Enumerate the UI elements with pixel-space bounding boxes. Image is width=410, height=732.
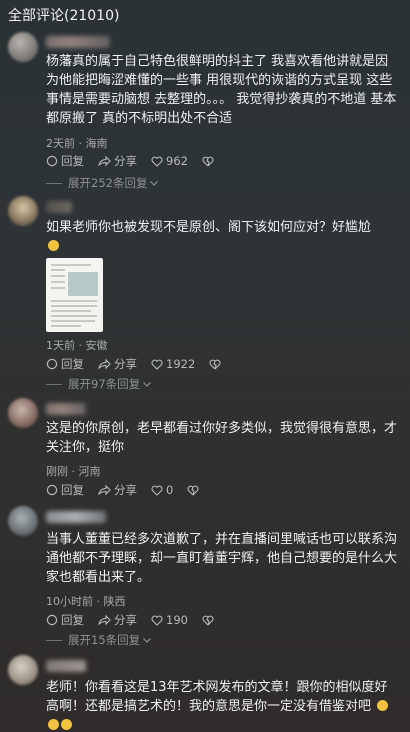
comment-actions: 回复 分享 1922 [46, 356, 238, 372]
broken-heart-icon [187, 485, 199, 495]
dislike-button[interactable] [209, 359, 224, 370]
avatar[interactable] [8, 655, 38, 685]
username-redacted[interactable] [46, 511, 106, 523]
awkward-emoji-icon [48, 240, 59, 251]
comment-meta: 2天前 · 海南 [46, 137, 108, 150]
share-button[interactable]: 分享 [98, 153, 137, 169]
username-redacted[interactable] [46, 403, 86, 415]
chevron-down-icon [150, 181, 159, 186]
reply-icon [46, 358, 58, 370]
share-button[interactable]: 分享 [98, 356, 137, 372]
reply-button[interactable]: 回复 [46, 482, 84, 498]
comment-text: 这是的你原创，老早都看过你好多类似，我觉得很有意思，才关注你，挺你 [46, 421, 398, 455]
avatar[interactable] [8, 506, 38, 536]
comment-meta: 1天前 · 安徽 [46, 339, 108, 352]
like-button[interactable]: 0 [151, 483, 173, 497]
comments-header-title: 全部评论(21010) [8, 8, 120, 24]
share-button[interactable]: 分享 [98, 482, 137, 498]
chevron-down-icon [143, 382, 152, 387]
emoji-icon [61, 719, 72, 730]
username-redacted[interactable] [46, 660, 86, 672]
heart-icon [151, 615, 163, 626]
heart-icon [151, 485, 163, 496]
share-icon [98, 155, 111, 167]
reply-button[interactable]: 回复 [46, 612, 84, 628]
dislike-button[interactable] [202, 615, 217, 626]
avatar[interactable] [8, 196, 38, 226]
chevron-down-icon [143, 638, 152, 643]
comment-text: 老师！你看看这是13年艺术网发布的文章！跟你的相似度好高啊！还都是搞艺术的！我的… [46, 678, 400, 732]
share-icon [98, 484, 111, 496]
comment-text: 如果老师你也被发现不是原创、阁下该如何应对？好尴尬 [46, 218, 400, 256]
dislike-button[interactable] [202, 156, 217, 167]
comment-text: 当事人董董已经多次道歉了，并在直播间里喊话也可以联系沟通他都不予理睬，却一直盯着… [46, 532, 398, 585]
avatar[interactable] [8, 32, 38, 62]
reply-icon [46, 484, 58, 496]
username-redacted[interactable] [46, 36, 110, 48]
emoji-icon [377, 700, 389, 711]
divider-line [46, 182, 62, 184]
heart-icon [151, 359, 163, 370]
divider-line [46, 383, 62, 385]
comment-meta: 10小时前 · 陕西 [46, 595, 126, 608]
like-button[interactable]: 962 [151, 154, 188, 168]
broken-heart-icon [209, 359, 221, 369]
reply-icon [46, 614, 58, 626]
like-button[interactable]: 190 [151, 613, 188, 627]
comment-actions: 回复 分享 0 [46, 482, 216, 498]
dislike-button[interactable] [187, 485, 202, 496]
comment-meta: 刚刚 · 河南 [46, 465, 101, 478]
avatar[interactable] [8, 398, 38, 428]
expand-replies-button[interactable]: 展开97条回复 [46, 376, 152, 392]
reply-button[interactable]: 回复 [46, 356, 84, 372]
share-button[interactable]: 分享 [98, 612, 137, 628]
heart-icon [151, 156, 163, 167]
emoji-icon [48, 719, 59, 730]
share-icon [98, 614, 111, 626]
attached-image[interactable] [46, 258, 103, 332]
share-icon [98, 358, 111, 370]
comment-actions: 回复 分享 962 [46, 153, 231, 169]
reply-button[interactable]: 回复 [46, 153, 84, 169]
comment-actions: 回复 分享 190 [46, 612, 231, 628]
comment-text: 杨藩真的属于自己特色很鲜明的抖主了 我喜欢看他讲就是因为他能把晦涩难懂的一些事 … [46, 54, 397, 126]
broken-heart-icon [202, 615, 214, 625]
expand-replies-button[interactable]: 展开15条回复 [46, 632, 152, 648]
broken-heart-icon [202, 156, 214, 166]
username-redacted[interactable] [46, 201, 72, 213]
reply-icon [46, 155, 58, 167]
expand-replies-button[interactable]: 展开252条回复 [46, 175, 159, 191]
divider-line [46, 639, 62, 641]
like-button[interactable]: 1922 [151, 357, 195, 371]
